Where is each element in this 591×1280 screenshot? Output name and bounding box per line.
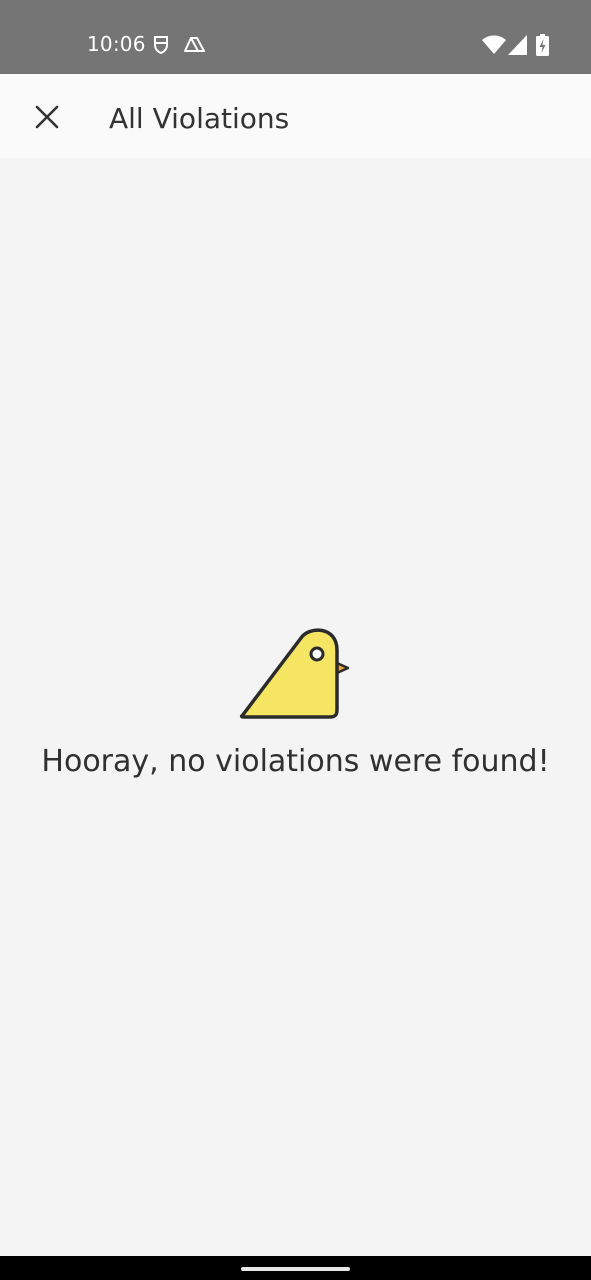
empty-state-message: Hooray, no violations were found! <box>41 744 550 779</box>
cellular-signal-icon <box>508 35 527 55</box>
bird-icon <box>239 628 350 719</box>
shield-icon <box>154 36 168 55</box>
home-indicator[interactable] <box>241 1267 350 1271</box>
close-icon <box>35 105 59 129</box>
page-title: All Violations <box>109 102 290 135</box>
app-bar: All Violations <box>0 74 591 158</box>
battery-charging-icon <box>536 34 549 56</box>
wifi-icon <box>482 35 506 54</box>
status-bar: 10:06 <box>0 0 591 74</box>
status-time: 10:06 <box>87 32 146 56</box>
drive-icon <box>184 37 205 52</box>
close-button[interactable] <box>22 92 72 142</box>
